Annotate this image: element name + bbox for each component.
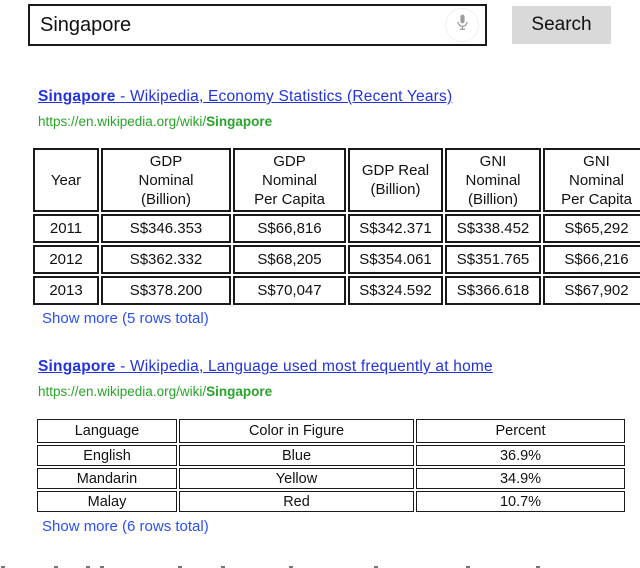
result-link-economy[interactable]: Singapore - Wikipedia, Economy Statistic… (38, 88, 452, 106)
column-header: GNI Nominal (Billion) (445, 148, 541, 212)
table-cell: Mandarin (37, 468, 177, 489)
search-input-box[interactable] (28, 4, 487, 46)
table-cell: S$362.332 (101, 245, 231, 274)
result-link-rest-text: - Wikipedia, Language used most frequent… (116, 358, 493, 375)
table-cell: S$70,047 (233, 276, 346, 305)
table-cell: 10.7% (416, 491, 625, 512)
table-cell: 36.9% (416, 445, 625, 466)
result-link-bold-text: Singapore (38, 88, 116, 105)
table-cell: S$354.061 (348, 245, 443, 274)
column-header: Percent (416, 419, 625, 443)
column-header: GDP Nominal Per Capita (233, 148, 346, 212)
table-cell: Yellow (179, 468, 414, 489)
column-header: GNI Nominal Per Capita (543, 148, 640, 212)
table-header-row: LanguageColor in FigurePercent (37, 419, 625, 443)
table-cell: S$67,902 (543, 276, 640, 305)
table-cell: S$346.353 (101, 214, 231, 243)
table-cell: 2013 (33, 276, 99, 305)
show-more-link-economy[interactable]: Show more (5 rows total) (42, 310, 209, 327)
table-cell: S$342.371 (348, 214, 443, 243)
table-cell: English (37, 445, 177, 466)
table-row: MandarinYellow34.9% (37, 468, 625, 489)
column-header: Year (33, 148, 99, 212)
table-cell: 2011 (33, 214, 99, 243)
table-row: 2013S$378.200S$70,047S$324.592S$366.618S… (33, 276, 640, 305)
url-highlight: Singapore (206, 384, 272, 399)
table-cell: S$351.765 (445, 245, 541, 274)
url-highlight: Singapore (206, 114, 272, 129)
table-row: MalayRed10.7% (37, 491, 625, 512)
language-table: LanguageColor in FigurePercent EnglishBl… (35, 417, 627, 514)
table-cell: S$378.200 (101, 276, 231, 305)
table-cell: 2012 (33, 245, 99, 274)
table-cell: Blue (179, 445, 414, 466)
result-url-economy: https://en.wikipedia.org/wiki/Singapore (38, 114, 272, 129)
table-row: 2012S$362.332S$68,205S$354.061S$351.765S… (33, 245, 640, 274)
search-button[interactable]: Search (512, 6, 611, 44)
table-cell: Malay (37, 491, 177, 512)
table-header-row: YearGDP Nominal (Billion)GDP Nominal Per… (33, 148, 640, 212)
table-cell: S$366.618 (445, 276, 541, 305)
table-cell: S$65,292 (543, 214, 640, 243)
search-input[interactable] (30, 6, 485, 44)
economy-stats-table: YearGDP Nominal (Billion)GDP Nominal Per… (31, 146, 640, 307)
table-row: EnglishBlue36.9% (37, 445, 625, 466)
result-link-language[interactable]: Singapore - Wikipedia, Language used mos… (38, 358, 493, 376)
table-cell: S$68,205 (233, 245, 346, 274)
clipped-text-marks (0, 564, 640, 568)
url-prefix: https://en.wikipedia.org/wiki/ (38, 114, 206, 129)
table-cell: Red (179, 491, 414, 512)
column-header: Language (37, 419, 177, 443)
show-more-link-language[interactable]: Show more (6 rows total) (42, 518, 209, 535)
table-cell: S$338.452 (445, 214, 541, 243)
table-row: 2011S$346.353S$66,816S$342.371S$338.452S… (33, 214, 640, 243)
microphone-button[interactable] (445, 8, 479, 42)
column-header: GDP Nominal (Billion) (101, 148, 231, 212)
table-cell: S$66,216 (543, 245, 640, 274)
table-cell: S$324.592 (348, 276, 443, 305)
microphone-icon (452, 12, 473, 38)
result-link-rest-text: - Wikipedia, Economy Statistics (Recent … (116, 88, 453, 105)
result-link-bold-text: Singapore (38, 358, 116, 375)
url-prefix: https://en.wikipedia.org/wiki/ (38, 384, 206, 399)
column-header: Color in Figure (179, 419, 414, 443)
result-url-language: https://en.wikipedia.org/wiki/Singapore (38, 384, 272, 399)
search-bar: Search (28, 4, 611, 46)
table-cell: S$66,816 (233, 214, 346, 243)
table-cell: 34.9% (416, 468, 625, 489)
column-header: GDP Real (Billion) (348, 148, 443, 212)
